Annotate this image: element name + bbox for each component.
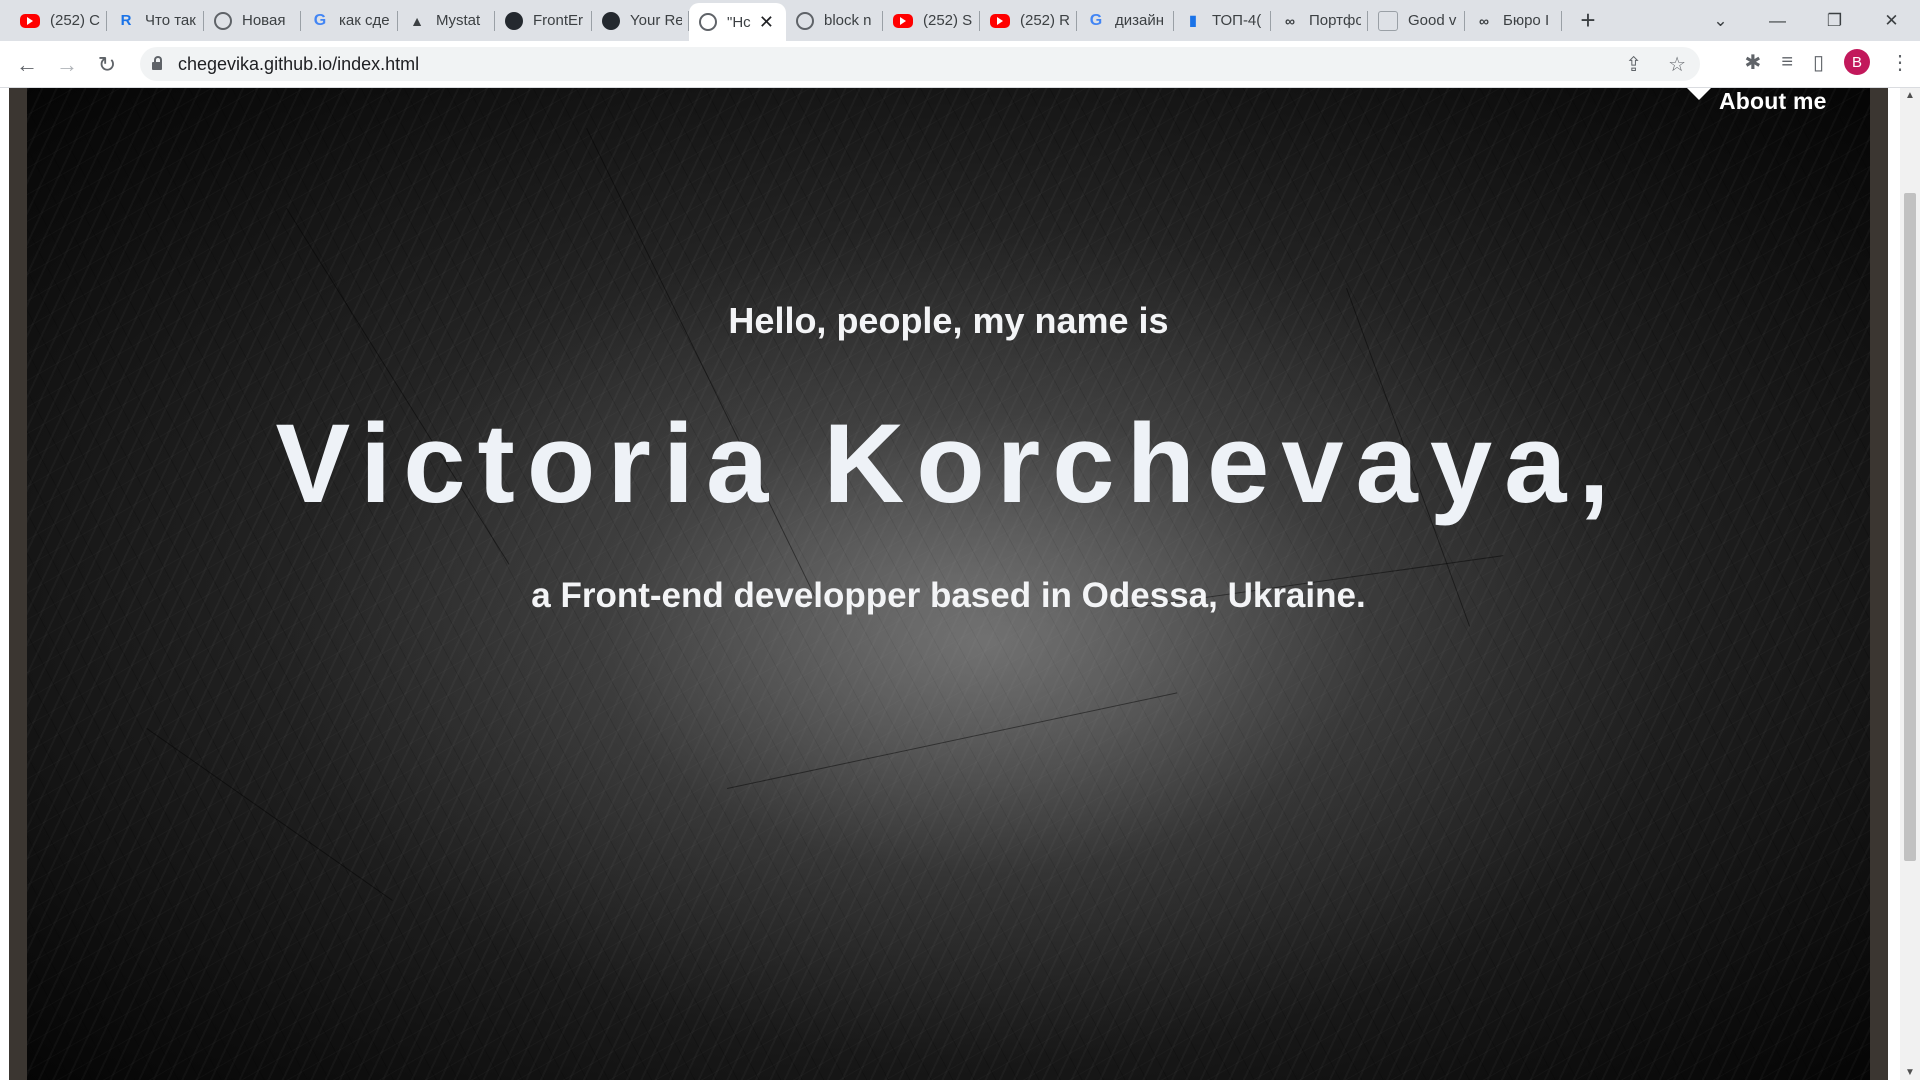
tab-label: (252) S — [923, 12, 973, 29]
address-bar[interactable]: chegevika.github.io/index.html ⇪ ☆ — [140, 47, 1700, 81]
page-scrollbar[interactable]: ▲ ▼ — [1900, 88, 1920, 1080]
back-icon[interactable]: ← — [12, 50, 42, 80]
hero-tagline: a Front-end developper based in Odessa, … — [531, 576, 1366, 615]
browser-tab[interactable]: FrontEr — [495, 0, 592, 41]
menu-icon[interactable]: ⋮ — [1890, 50, 1910, 75]
close-tab-icon[interactable]: ✕ — [759, 12, 774, 33]
extensions-icon[interactable]: ✱ — [1745, 50, 1762, 75]
page-viewport: About me Hello, people, my name is Victo… — [0, 88, 1920, 1080]
ox-icon: ∞ — [1479, 12, 1489, 29]
browser-toolbar: ← → ↻ chegevika.github.io/index.html ⇪ ☆… — [0, 41, 1920, 88]
infinity-icon: ∞ — [1285, 12, 1295, 29]
browser-tab[interactable]: ▲ Mystat — [398, 0, 495, 41]
chrome-icon — [214, 11, 232, 30]
github-icon — [505, 11, 523, 30]
google-icon: G — [1089, 11, 1103, 29]
browser-tab[interactable]: Your Re — [592, 0, 689, 41]
nav-indicator-arrow — [1687, 88, 1711, 100]
browser-tab[interactable]: (252) R — [980, 0, 1077, 41]
share-icon[interactable]: ⇪ — [1625, 52, 1642, 77]
github-icon — [602, 11, 620, 30]
reload-icon[interactable]: ↻ — [92, 50, 122, 80]
browser-tab[interactable]: ∞ Портфо — [1271, 0, 1368, 41]
tab-label: ТОП-4( — [1212, 12, 1262, 29]
youtube-icon — [893, 13, 913, 28]
hero-section: About me Hello, people, my name is Victo… — [27, 88, 1870, 1080]
tab-label: Good v — [1408, 12, 1457, 29]
tab-label: (252) R — [1020, 12, 1071, 29]
browser-tab[interactable]: (252) S — [883, 0, 980, 41]
browser-tab[interactable]: ▮ ТОП-4( — [1174, 0, 1271, 41]
tab-strip: (252) C R Что так Новая Gкак сде ▲ Mystat … — [0, 0, 1920, 41]
media-control-icon[interactable]: ≡ — [1781, 51, 1793, 74]
toolbar-actions: ✱ ≡ ▯ B ⋮ — [1745, 49, 1910, 75]
browser-tab[interactable]: block n — [786, 0, 883, 41]
tab-label: дизайн — [1115, 12, 1165, 29]
hero-name: Victoria Korchevaya, — [275, 401, 1622, 526]
scroll-up-icon[interactable]: ▲ — [1905, 90, 1915, 101]
tab-label: Your Re — [630, 12, 682, 29]
page-border-left — [9, 88, 27, 1080]
address-bar-actions: ⇪ ☆ — [1625, 52, 1686, 77]
browser-tab-active[interactable]: "Hc ✕ — [689, 3, 786, 41]
tab-label: Новая — [242, 12, 286, 29]
new-tab-button[interactable]: + — [1568, 0, 1608, 41]
graduation-cap-icon: ▲ — [410, 12, 424, 29]
side-panel-icon[interactable]: ▯ — [1813, 50, 1824, 75]
tab-label: Mystat — [436, 12, 481, 29]
bookmark-star-icon[interactable]: ☆ — [1668, 52, 1686, 77]
scroll-down-icon[interactable]: ▼ — [1905, 1067, 1915, 1078]
browser-tab[interactable]: Новая — [204, 0, 301, 41]
nav-about-link[interactable]: About me — [1719, 88, 1827, 115]
url-text[interactable]: chegevika.github.io/index.html — [178, 54, 419, 75]
window-controls: ⌄ — ❐ ✕ — [1692, 0, 1920, 41]
browser-tab[interactable]: Good v — [1368, 0, 1465, 41]
tab-label: "Hc — [727, 13, 751, 31]
youtube-icon — [990, 13, 1010, 28]
tab-label: как сде — [339, 12, 390, 29]
globe-icon — [699, 13, 717, 31]
tab-label: Портфо — [1309, 12, 1361, 29]
minimize-icon[interactable]: — — [1749, 11, 1806, 31]
tab-label: FrontEr — [533, 12, 584, 29]
browser-tab[interactable]: Gкак сде — [301, 0, 398, 41]
tab-label: Что так — [145, 12, 196, 29]
lock-icon[interactable] — [152, 56, 162, 70]
scrollbar-thumb[interactable] — [1904, 193, 1916, 861]
texture-scratch — [727, 692, 1178, 789]
tab-label: (252) C — [50, 12, 101, 29]
page-border-right — [1870, 88, 1888, 1080]
tab-search-icon[interactable]: ⌄ — [1692, 11, 1749, 31]
tab-list: (252) C R Что так Новая Gкак сде ▲ Mystat … — [0, 0, 1608, 41]
hero-greeting: Hello, people, my name is — [728, 300, 1169, 341]
avatar[interactable]: B — [1844, 49, 1870, 75]
close-window-icon[interactable]: ✕ — [1863, 11, 1920, 31]
browser-tab[interactable]: ∞ Бюро I — [1465, 0, 1562, 41]
restore-icon[interactable]: ❐ — [1806, 11, 1863, 31]
browser-tab[interactable]: R Что так — [107, 0, 204, 41]
tab-label: block n — [824, 12, 872, 29]
bar-chart-icon: ▮ — [1189, 12, 1197, 28]
google-icon: G — [313, 11, 327, 29]
browser-tab[interactable]: (252) C — [10, 0, 107, 41]
youtube-icon — [20, 13, 40, 28]
globe-icon — [796, 11, 814, 30]
r-logo-icon: R — [120, 12, 132, 29]
browser-tab[interactable]: Gдизайн — [1077, 0, 1174, 41]
texture-scratch — [146, 728, 393, 901]
tab-label: Бюро I — [1503, 12, 1550, 29]
forward-icon[interactable]: → — [52, 50, 82, 80]
website-icon — [1378, 10, 1398, 31]
